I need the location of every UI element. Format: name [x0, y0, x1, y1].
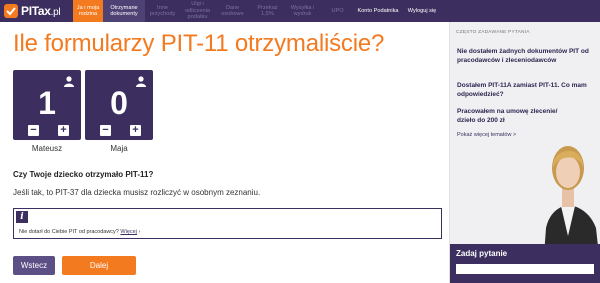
- ask-question-label: Zadaj pytanie: [456, 249, 508, 258]
- info-box: i Nie dotarł do Ciebie PIT od pracodawcy…: [13, 208, 442, 239]
- person-name: Maja: [110, 144, 128, 153]
- decrement-button[interactable]: −: [28, 125, 39, 136]
- faq-heading: CZĘSTO ZADAWANE PYTANIA: [456, 30, 530, 35]
- increment-button[interactable]: +: [130, 125, 141, 136]
- next-button[interactable]: Dalej: [62, 256, 136, 275]
- info-text: Nie dotarł do Ciebie PIT od pracodawcy? …: [19, 229, 141, 235]
- step-family[interactable]: Ja i moja rodzina: [73, 0, 103, 22]
- increment-button[interactable]: +: [58, 125, 69, 136]
- account-link[interactable]: Konto Podatnika: [355, 0, 401, 22]
- wizard-steps: Ja i moja rodzina Otrzymane dokumenty In…: [73, 0, 443, 22]
- back-button[interactable]: Wstecz: [13, 256, 55, 275]
- person-name: Mateusz: [31, 144, 63, 153]
- faq-item[interactable]: Nie dostałem żadnych dokumentów PIT od p…: [457, 48, 597, 65]
- child-pit11-question: Czy Twoje dziecko otrzymało PIT-11?: [13, 170, 154, 179]
- more-link[interactable]: Więcej: [120, 229, 137, 235]
- pitax-logo[interactable]: PITax.pl: [4, 2, 61, 20]
- step-send-and-print[interactable]: Wysyłka i wydruk: [285, 0, 320, 22]
- step-other-income[interactable]: Inne przychody: [145, 0, 180, 22]
- person-card-maja: 0 − +: [85, 70, 153, 140]
- logout-link[interactable]: Wyloguj się: [401, 0, 443, 22]
- top-navigation-bar: PITax.pl Ja i moja rodzina Otrzymane dok…: [0, 0, 600, 22]
- show-more-topics-link[interactable]: Pokaż więcej tematów >: [457, 132, 516, 138]
- pit11-count: 1: [38, 85, 56, 121]
- ask-question-box: Zadaj pytanie: [450, 244, 600, 283]
- checkmark-icon: [4, 4, 18, 18]
- page-title: Ile formularzy PIT-11 otrzymaliście?: [13, 30, 385, 57]
- faq-sidebar: CZĘSTO ZADAWANE PYTANIA Nie dostałem żad…: [449, 22, 600, 283]
- faq-item[interactable]: Dostałem PIT-11A zamiast PIT-11. Co mam …: [457, 82, 597, 99]
- step-upo[interactable]: UPO: [320, 0, 355, 22]
- ask-question-input[interactable]: [456, 264, 594, 274]
- step-personal-data[interactable]: Dane osobowe: [215, 0, 250, 22]
- step-received-documents[interactable]: Otrzymane dokumenty: [103, 0, 145, 22]
- person-card-mateusz: 1 − +: [13, 70, 81, 140]
- step-donate-1-5-percent[interactable]: Przekaż 1,5%: [250, 0, 285, 22]
- child-pit37-note: Jeśli tak, to PIT-37 dla dziecka musisz …: [13, 188, 261, 197]
- step-tax-reliefs[interactable]: Ulgi i odliczenia podatku: [180, 0, 215, 22]
- info-icon: i: [16, 211, 28, 223]
- pit11-count: 0: [110, 85, 128, 121]
- logo-text: PITax.pl: [21, 4, 61, 18]
- decrement-button[interactable]: −: [100, 125, 111, 136]
